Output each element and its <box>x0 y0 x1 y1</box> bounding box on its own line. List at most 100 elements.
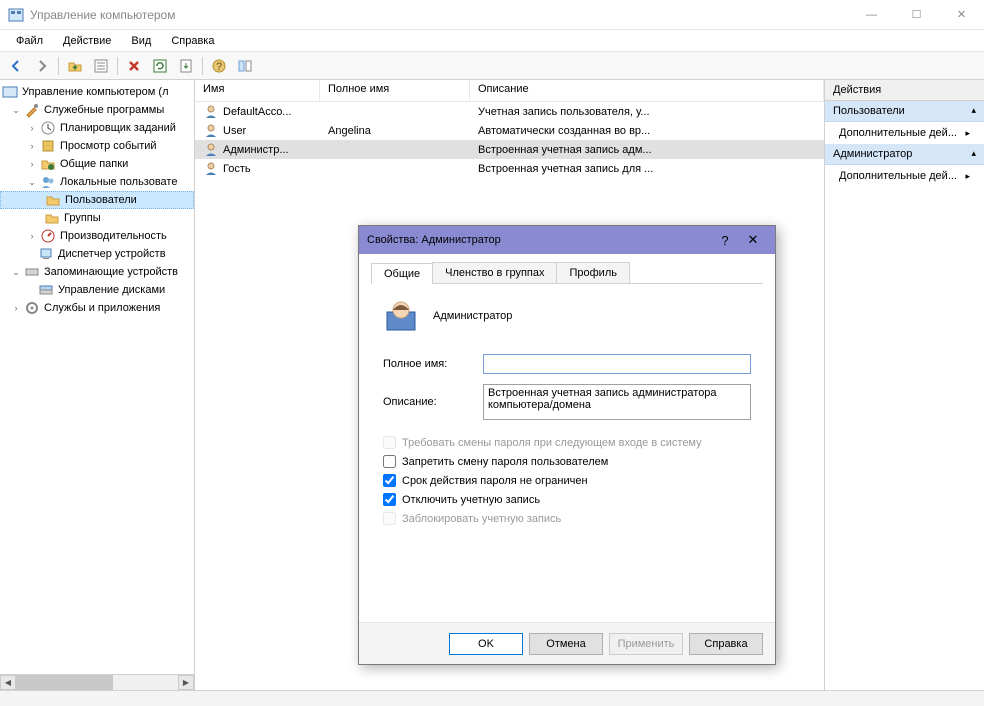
menu-file[interactable]: Файл <box>6 32 53 50</box>
check-cannot-change[interactable]: Запретить смену пароля пользователем <box>383 455 751 468</box>
apply-button[interactable]: Применить <box>609 633 683 655</box>
forward-button[interactable] <box>30 54 54 78</box>
window-title: Управление компьютером <box>30 8 849 22</box>
disk-icon <box>38 282 54 298</box>
tab-membership[interactable]: Членство в группах <box>432 262 557 283</box>
tree-local-users[interactable]: ⌄ Локальные пользовате <box>0 173 194 191</box>
help-button[interactable]: Справка <box>689 633 763 655</box>
cell-name: Администр... <box>223 144 289 156</box>
dialog-title-text: Свойства: Администратор <box>367 234 711 246</box>
user-row[interactable]: DefaultAcco...Учетная запись пользовател… <box>195 102 824 121</box>
user-row[interactable]: ГостьВстроенная учетная запись для ... <box>195 159 824 178</box>
tree-shared-folders[interactable]: › Общие папки <box>0 155 194 173</box>
perf-icon <box>40 228 56 244</box>
cell-name: User <box>223 125 246 137</box>
expander-icon[interactable]: › <box>26 140 38 152</box>
cell-desc: Встроенная учетная запись адм... <box>478 144 652 156</box>
checkbox-never-expires[interactable] <box>383 474 396 487</box>
col-description[interactable]: Описание <box>470 80 824 101</box>
description-input[interactable]: Встроенная учетная запись администратора… <box>483 384 751 420</box>
tree-system-tools[interactable]: ⌄ Служебные программы <box>0 101 194 119</box>
tree-scheduler[interactable]: › Планировщик заданий <box>0 119 194 137</box>
checkbox-cannot-change[interactable] <box>383 455 396 468</box>
tab-profile[interactable]: Профиль <box>556 262 630 283</box>
toolbar: ? <box>0 52 984 80</box>
scroll-right-button[interactable]: ▶ <box>178 675 194 690</box>
dialog-button-bar: OK Отмена Применить Справка <box>359 622 775 664</box>
users-icon <box>40 174 56 190</box>
ok-button[interactable]: OK <box>449 633 523 655</box>
back-button[interactable] <box>4 54 28 78</box>
up-button[interactable] <box>63 54 87 78</box>
tab-general[interactable]: Общие <box>371 263 433 284</box>
action-link[interactable]: Дополнительные дей...▸ <box>825 165 984 187</box>
scroll-thumb[interactable] <box>16 675 113 690</box>
tree-groups[interactable]: Группы <box>0 209 194 227</box>
collapse-icon: ▴ <box>971 148 976 160</box>
actions-section-head[interactable]: Пользователи▴ <box>825 101 984 122</box>
action-link[interactable]: Дополнительные дей...▸ <box>825 122 984 144</box>
expander-icon[interactable]: ⌄ <box>10 104 22 116</box>
fullname-input[interactable] <box>483 354 751 374</box>
user-row[interactable]: Администр... Встроенная учетная запись ад… <box>195 140 824 159</box>
check-account-disabled[interactable]: Отключить учетную запись <box>383 493 751 506</box>
expander-icon[interactable]: ⌄ <box>26 176 38 188</box>
expander-icon[interactable]: › <box>26 122 38 134</box>
col-fullname[interactable]: Полное имя <box>320 80 470 101</box>
check-must-change: Требовать смены пароля при следующем вхо… <box>383 436 751 449</box>
folder-icon <box>44 210 60 226</box>
tree-scrollbar[interactable]: ◀ ▶ <box>0 674 194 690</box>
scroll-left-button[interactable]: ◀ <box>0 675 16 690</box>
titlebar: Управление компьютером — ☐ ✕ <box>0 0 984 30</box>
close-button[interactable]: ✕ <box>939 0 984 30</box>
menubar: Файл Действие Вид Справка <box>0 30 984 52</box>
properties-button[interactable] <box>89 54 113 78</box>
dialog-help-button[interactable]: ? <box>711 233 739 248</box>
export-button[interactable] <box>174 54 198 78</box>
tree-root[interactable]: Управление компьютером (л <box>0 83 194 101</box>
actions-header: Действия <box>825 80 984 101</box>
user-icon <box>203 142 219 158</box>
tree-device-manager[interactable]: Диспетчер устройств <box>0 245 194 263</box>
show-hide-button[interactable] <box>233 54 257 78</box>
tree-users[interactable]: Пользователи <box>0 191 194 209</box>
refresh-button[interactable] <box>148 54 172 78</box>
cell-fullname: Angelina <box>328 125 371 137</box>
menu-help[interactable]: Справка <box>161 32 224 50</box>
tree-services[interactable]: › Службы и приложения <box>0 299 194 317</box>
check-locked: Заблокировать учетную запись <box>383 512 751 525</box>
dialog-close-button[interactable]: ✕ <box>739 232 767 248</box>
tree-performance[interactable]: › Производительность <box>0 227 194 245</box>
tree-storage[interactable]: ⌄ Запоминающие устройств <box>0 263 194 281</box>
cancel-button[interactable]: Отмена <box>529 633 603 655</box>
statusbar <box>0 690 984 706</box>
expander-icon[interactable]: ⌄ <box>10 266 22 278</box>
dialog-titlebar[interactable]: Свойства: Администратор ? ✕ <box>359 226 775 254</box>
tree-event-viewer[interactable]: › Просмотр событий <box>0 137 194 155</box>
expander-icon[interactable]: › <box>26 230 38 242</box>
col-name[interactable]: Имя <box>195 80 320 101</box>
maximize-button[interactable]: ☐ <box>894 0 939 30</box>
minimize-button[interactable]: — <box>849 0 894 30</box>
delete-button[interactable] <box>122 54 146 78</box>
book-icon <box>40 138 56 154</box>
menu-action[interactable]: Действие <box>53 32 121 50</box>
tree-disk-management[interactable]: Управление дисками <box>0 281 194 299</box>
svg-text:?: ? <box>216 61 222 73</box>
user-row[interactable]: UserAngelinaАвтоматически созданная во в… <box>195 121 824 140</box>
dialog-username: Администратор <box>433 310 512 322</box>
check-never-expires[interactable]: Срок действия пароля не ограничен <box>383 474 751 487</box>
cell-desc: Встроенная учетная запись для ... <box>478 163 653 175</box>
cell-name: DefaultAcco... <box>223 106 291 118</box>
folder-icon <box>45 192 61 208</box>
actions-section-head[interactable]: Администратор▴ <box>825 144 984 165</box>
checkbox-account-disabled[interactable] <box>383 493 396 506</box>
menu-view[interactable]: Вид <box>121 32 161 50</box>
clock-icon <box>40 120 56 136</box>
collapse-icon: ▴ <box>971 105 976 117</box>
expander-icon[interactable]: › <box>26 158 38 170</box>
shared-folder-icon <box>40 156 56 172</box>
properties-dialog: Свойства: Администратор ? ✕ Общие Членст… <box>358 225 776 665</box>
expander-icon[interactable]: › <box>10 302 22 314</box>
help-button[interactable]: ? <box>207 54 231 78</box>
